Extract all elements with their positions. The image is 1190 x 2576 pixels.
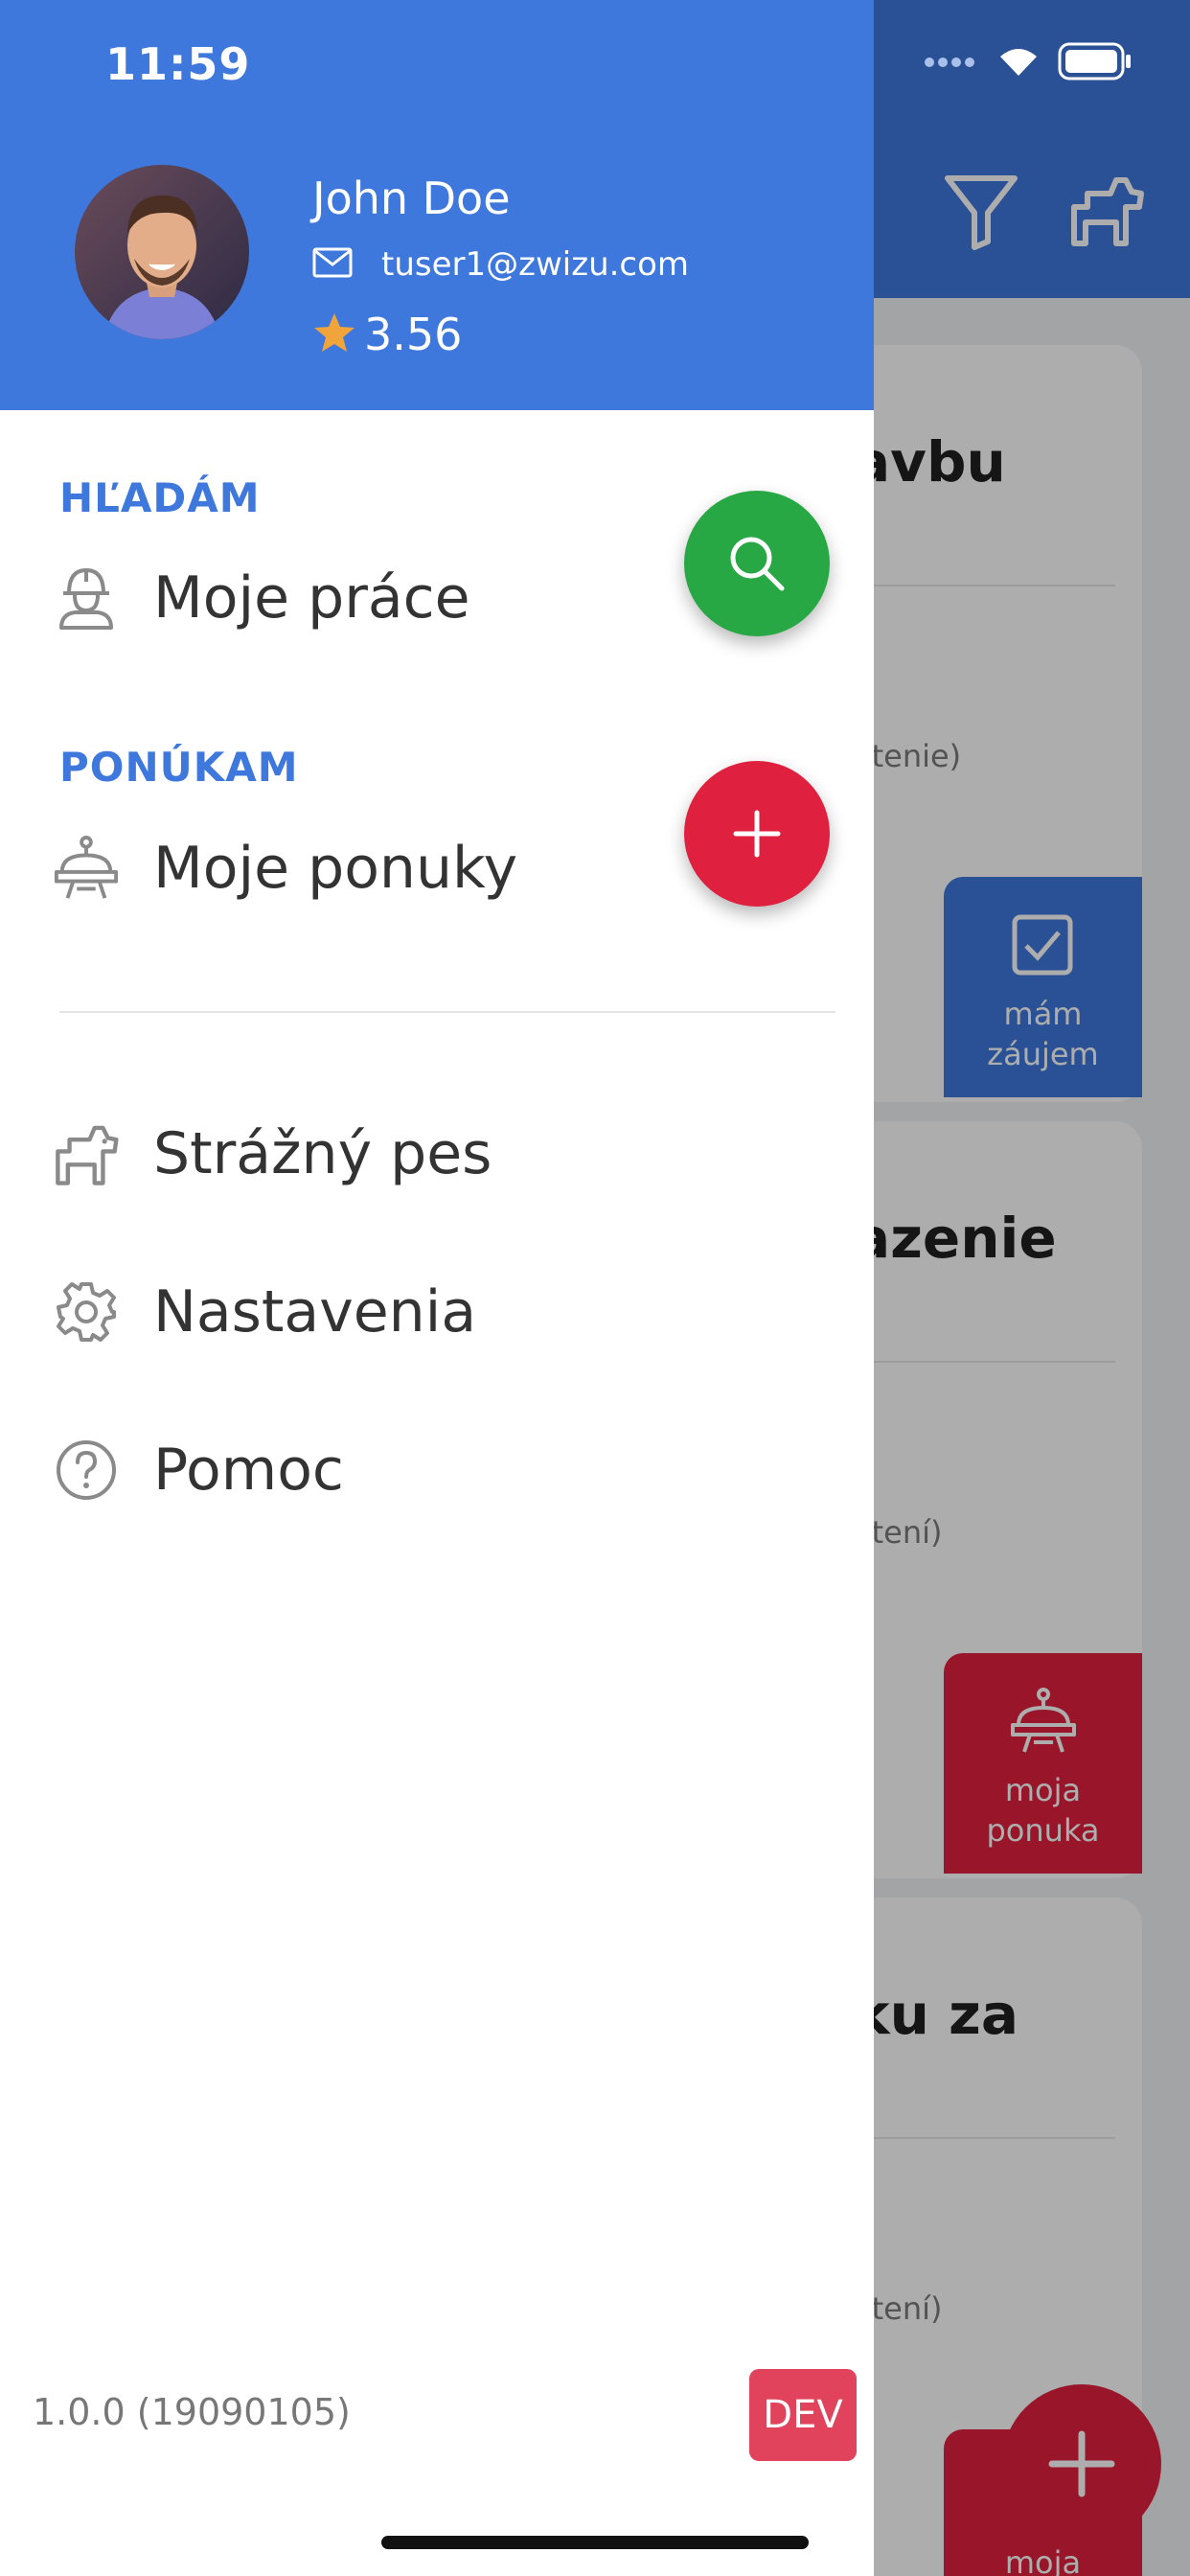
- search-icon: [730, 537, 785, 591]
- mail-icon: [312, 247, 353, 282]
- menu-item-label: Moje ponuky: [153, 835, 518, 902]
- menu-item-my-jobs[interactable]: Moje práce: [48, 560, 470, 636]
- menu-item-help[interactable]: Pomoc: [48, 1432, 344, 1508]
- gear-icon: [48, 1274, 125, 1350]
- worker-icon: [48, 560, 125, 636]
- dog-icon: [48, 1116, 125, 1192]
- section-label-offering: PONÚKAM: [59, 744, 299, 791]
- status-time: 11:59: [105, 38, 251, 90]
- avatar[interactable]: [75, 165, 249, 339]
- help-icon: [48, 1432, 125, 1508]
- menu-item-label: Moje práce: [153, 564, 470, 632]
- section-label-seeking: HĽADÁM: [59, 474, 261, 521]
- menu-item-watchdog[interactable]: Strážný pes: [48, 1116, 492, 1192]
- home-indicator[interactable]: [381, 2536, 809, 2549]
- add-offer-button[interactable]: [684, 761, 830, 907]
- user-name: John Doe: [312, 172, 511, 224]
- status-icons: [924, 42, 1133, 84]
- offer-icon: [48, 830, 125, 907]
- signal-icon: [924, 55, 979, 73]
- user-rating: 3.56: [364, 309, 463, 360]
- menu-item-label: Strážný pes: [153, 1120, 492, 1187]
- search-button[interactable]: [684, 491, 830, 636]
- plus-icon: [733, 810, 781, 858]
- email-row: tuser1@zwizu.com: [312, 245, 689, 284]
- user-email: tuser1@zwizu.com: [381, 245, 690, 284]
- environment-badge: DEV: [749, 2369, 857, 2461]
- rating-row: 3.56: [312, 309, 462, 360]
- divider: [59, 1011, 835, 1013]
- menu-item-settings[interactable]: Nastavenia: [48, 1274, 476, 1350]
- app-version: 1.0.0 (19090105): [33, 2391, 351, 2433]
- navigation-drawer: John Doe tuser1@zwizu.com 3.56 HĽADÁM Mo…: [0, 0, 874, 2576]
- menu-item-label: Pomoc: [153, 1437, 344, 1504]
- battery-icon: [1058, 42, 1133, 84]
- menu-item-my-offers[interactable]: Moje ponuky: [48, 830, 517, 907]
- menu-item-label: Nastavenia: [153, 1278, 477, 1346]
- wifi-icon: [995, 43, 1042, 83]
- star-icon: [312, 311, 356, 357]
